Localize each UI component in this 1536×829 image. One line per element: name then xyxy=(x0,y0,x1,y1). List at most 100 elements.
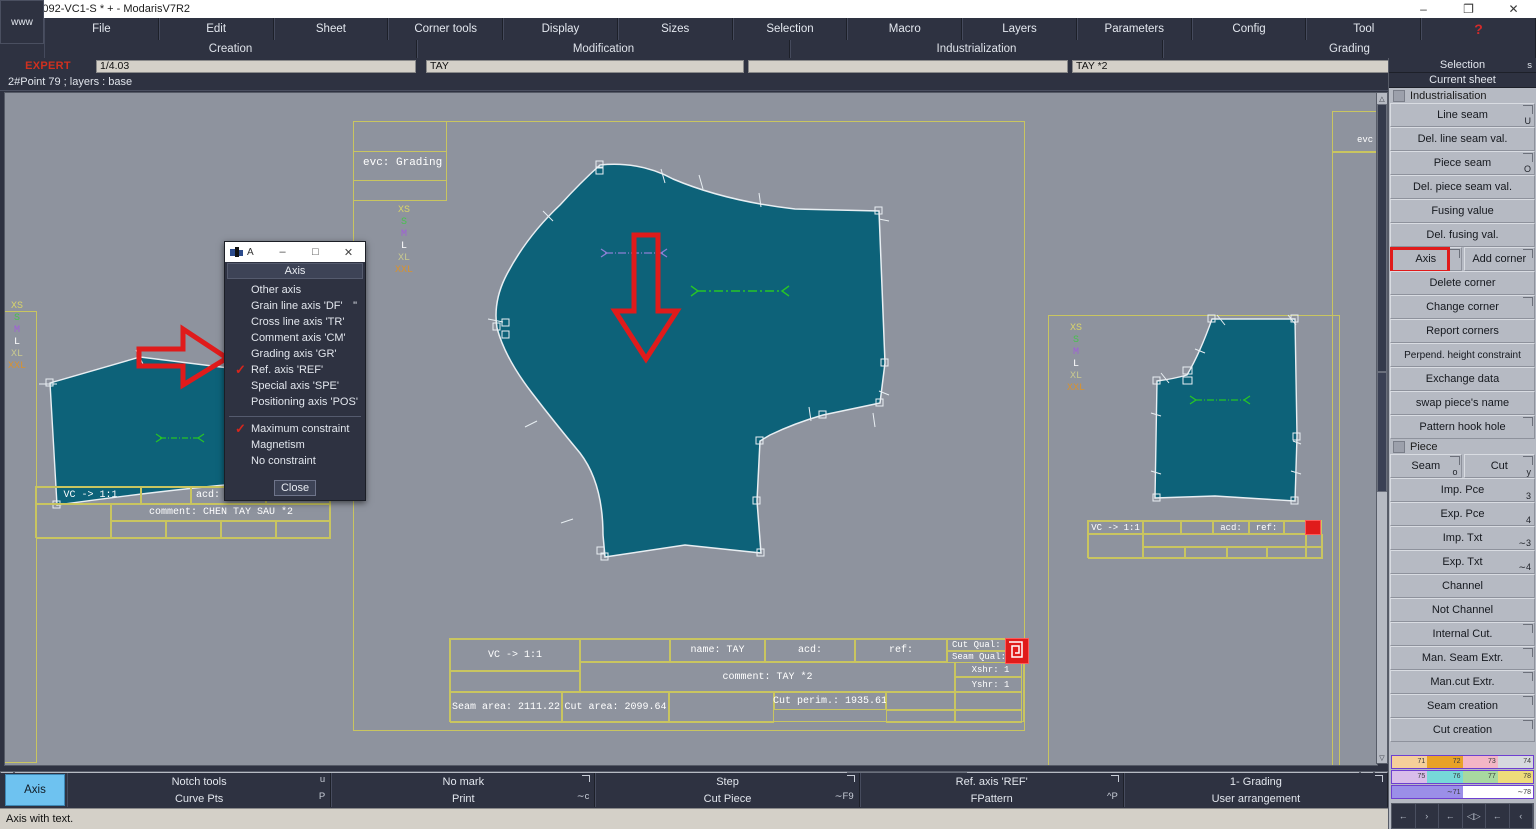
mode-modification[interactable]: Modification xyxy=(417,40,790,58)
palette-swatch-72[interactable]: 72 xyxy=(1427,756,1463,768)
btn-exchange-data[interactable]: Exchange data xyxy=(1390,367,1535,391)
www-button[interactable]: www xyxy=(0,0,44,44)
palette-swatch-74[interactable]: 74 xyxy=(1497,756,1533,768)
btn-internal-cut[interactable]: Internal Cut. xyxy=(1390,622,1535,646)
btn-exp-txt[interactable]: Exp. Txt ∼4 xyxy=(1390,550,1535,574)
constraint-none[interactable]: No constraint xyxy=(225,453,365,469)
menu-sheet[interactable]: Sheet xyxy=(273,18,389,40)
vertical-scroll-thumb-active[interactable] xyxy=(1377,372,1387,492)
fn-curve-pts[interactable]: Curve Pts P xyxy=(67,790,332,807)
axis-dialog-close-icon[interactable]: ✕ xyxy=(332,242,365,262)
palette-swatch-73[interactable]: 73 xyxy=(1462,756,1498,768)
right-pattern-piece[interactable] xyxy=(1105,311,1335,541)
menu-tool[interactable]: Tool xyxy=(1306,18,1422,40)
palette-swatch-77[interactable]: 77 xyxy=(1462,771,1498,783)
btn-fusing-value[interactable]: Fusing value xyxy=(1390,199,1535,223)
axis-item-other[interactable]: Other axis xyxy=(225,282,365,298)
axis-dialog-close-button[interactable]: Close xyxy=(274,480,316,496)
menu-selection[interactable]: Selection xyxy=(732,18,848,40)
panel-subheader-current-sheet[interactable]: Current sheet xyxy=(1389,73,1536,88)
maximize-button[interactable]: ❐ xyxy=(1446,0,1491,18)
axis-item-cross-line[interactable]: Cross line axis 'TR' xyxy=(225,314,365,330)
group-piece[interactable]: Piece xyxy=(1389,439,1536,454)
btn-imp-pce[interactable]: Imp. Pce 3 xyxy=(1390,478,1535,502)
main-pattern-piece[interactable] xyxy=(475,123,1035,623)
btn-report-corners[interactable]: Report corners xyxy=(1390,319,1535,343)
fn-print[interactable]: Print ∼c xyxy=(331,790,596,807)
menu-file[interactable]: File xyxy=(44,18,159,40)
fn-step[interactable]: Step xyxy=(595,773,860,790)
axis-dialog[interactable]: A – □ ✕ Axis Other axis Grain line axis … xyxy=(224,241,366,501)
btn-pattern-hook-hole[interactable]: Pattern hook hole xyxy=(1390,415,1535,439)
btn-del-fusing-val[interactable]: Del. fusing val. xyxy=(1390,223,1535,247)
version-field[interactable]: 1/4.03 xyxy=(96,59,416,73)
btn-man-cut-extr[interactable]: Man.cut Extr. xyxy=(1390,670,1535,694)
btn-piece-seam[interactable]: Piece seam O xyxy=(1390,151,1535,175)
btn-man-seam-extr[interactable]: Man. Seam Extr. xyxy=(1390,646,1535,670)
menu-parameters[interactable]: Parameters xyxy=(1076,18,1192,40)
scroll-up-button[interactable]: △ xyxy=(1377,93,1387,104)
menu-corner-tools[interactable]: Corner tools xyxy=(388,18,504,40)
menu-macro[interactable]: Macro xyxy=(847,18,963,40)
menu-layers[interactable]: Layers xyxy=(962,18,1077,40)
axis-item-grading[interactable]: Grading axis 'GR' xyxy=(225,346,365,362)
axis-dialog-titlebar[interactable]: A – □ ✕ xyxy=(225,242,365,262)
axis-active-tool-button[interactable]: Axis xyxy=(5,774,65,806)
fn-fpattern[interactable]: FPattern ^P xyxy=(859,790,1124,807)
btn-perpend-height-constraint[interactable]: Perpend. height constraint xyxy=(1390,343,1535,367)
minimize-button[interactable]: – xyxy=(1401,0,1446,18)
fn-notch-tools[interactable]: Notch tools u xyxy=(67,773,332,790)
menu-sizes[interactable]: Sizes xyxy=(617,18,733,40)
palette-swatch-76[interactable]: 76 xyxy=(1427,771,1463,783)
scroll-down-button[interactable]: ▽ xyxy=(1377,752,1387,763)
btn-seam-creation[interactable]: Seam creation xyxy=(1390,694,1535,718)
axis-item-special[interactable]: Special axis 'SPE' xyxy=(225,378,365,394)
btn-cut[interactable]: Cut y xyxy=(1463,454,1535,478)
middle-field[interactable] xyxy=(748,59,1068,73)
palette-swatch-alt71[interactable]: ∼71 xyxy=(1392,786,1463,798)
btn-del-line-seam-val[interactable]: Del. line seam val. xyxy=(1390,127,1535,151)
panel-header-selection[interactable]: Selection s xyxy=(1389,58,1536,73)
mode-grading[interactable]: Grading xyxy=(1163,40,1536,58)
fn-ref-axis[interactable]: Ref. axis 'REF' xyxy=(859,773,1124,790)
btn-change-corner[interactable]: Change corner xyxy=(1390,295,1535,319)
axis-dialog-minimize[interactable]: – xyxy=(266,242,299,262)
btn-not-channel[interactable]: Not Channel xyxy=(1390,598,1535,622)
menu-config[interactable]: Config xyxy=(1191,18,1307,40)
close-button[interactable]: ✕ xyxy=(1491,0,1536,18)
fn-user-arrangement[interactable]: User arrangement xyxy=(1123,790,1389,807)
btn-seam[interactable]: Seam o xyxy=(1390,454,1462,478)
piece-name-field[interactable]: TAY xyxy=(426,59,744,73)
nav-next-3[interactable]: ‹ xyxy=(1510,804,1533,828)
palette-swatch-78[interactable]: 78 xyxy=(1497,771,1533,783)
industrialisation-checkbox-icon[interactable] xyxy=(1393,89,1405,102)
btn-line-seam[interactable]: Line seam U xyxy=(1390,103,1535,127)
constraint-magnetism[interactable]: Magnetism xyxy=(225,437,365,453)
palette-swatch-alt78[interactable]: ∼78 xyxy=(1462,786,1533,798)
nav-prev-2[interactable]: ← xyxy=(1439,804,1463,828)
constraint-maximum[interactable]: ✓ Maximum constraint xyxy=(225,421,365,437)
btn-swap-pieces-name[interactable]: swap piece's name xyxy=(1390,391,1535,415)
fn-grading[interactable]: 1- Grading xyxy=(1123,773,1389,790)
comment-field[interactable]: TAY *2 xyxy=(1072,59,1390,73)
nav-next-1[interactable]: › xyxy=(1416,804,1439,828)
canvas-vertical-scrollbar[interactable]: △ ▽ xyxy=(1376,92,1388,764)
mode-creation[interactable]: Creation xyxy=(44,40,417,58)
btn-add-corner[interactable]: Add corner xyxy=(1463,247,1535,271)
axis-item-ref[interactable]: ✓ Ref. axis 'REF' xyxy=(225,362,365,378)
menu-display[interactable]: Display xyxy=(503,18,618,40)
btn-cut-creation[interactable]: Cut creation xyxy=(1390,718,1535,742)
palette-swatch-71[interactable]: 71 xyxy=(1392,756,1428,768)
menu-edit[interactable]: Edit xyxy=(158,18,274,40)
vertical-scroll-thumb[interactable] xyxy=(1377,104,1387,372)
group-industrialisation[interactable]: Industrialisation xyxy=(1389,88,1536,103)
axis-item-comment[interactable]: Comment axis 'CM' xyxy=(225,330,365,346)
axis-item-positioning[interactable]: Positioning axis 'POS' xyxy=(225,394,365,410)
btn-imp-txt[interactable]: Imp. Txt ∼3 xyxy=(1390,526,1535,550)
help-icon[interactable]: ? xyxy=(1421,18,1536,40)
btn-exp-pce[interactable]: Exp. Pce 4 xyxy=(1390,502,1535,526)
palette-swatch-75[interactable]: 75 xyxy=(1392,771,1428,783)
btn-channel[interactable]: Channel xyxy=(1390,574,1535,598)
btn-delete-corner[interactable]: Delete corner xyxy=(1390,271,1535,295)
btn-del-piece-seam-val[interactable]: Del. piece seam val. xyxy=(1390,175,1535,199)
